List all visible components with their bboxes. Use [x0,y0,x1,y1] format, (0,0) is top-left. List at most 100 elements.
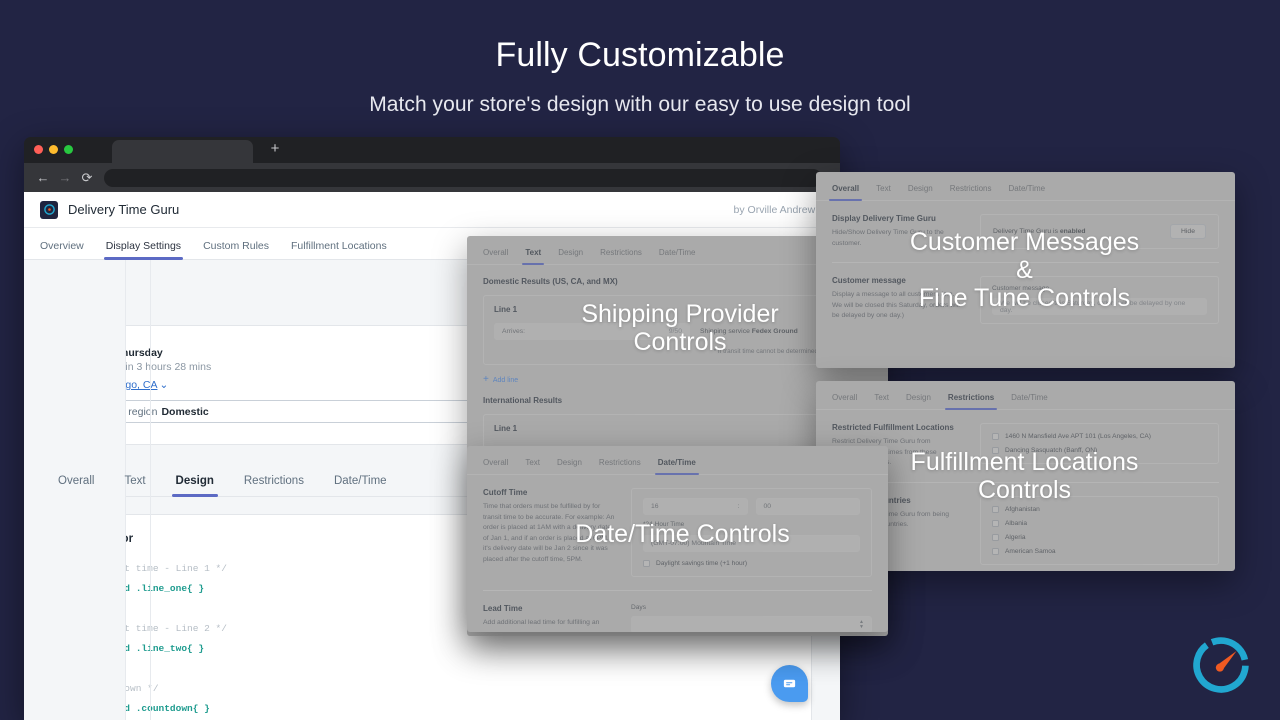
brand-logo [1184,628,1258,702]
country-label: American Samoa [1005,547,1056,555]
browser-tab-bar: + [24,137,840,163]
new-tab-button[interactable]: + [267,141,283,157]
panel-tab-text[interactable]: Text [525,458,540,474]
country-label: Albania [1005,519,1027,527]
panel-tab-overall[interactable]: Overall [483,458,508,474]
checkbox-icon[interactable] [992,547,999,555]
hero-section: Fully Customizable Match your store's de… [0,0,1280,117]
nav-tab-custom-rules[interactable]: Custom Rules [203,240,269,259]
chat-bubble-icon [783,679,796,688]
customer-message-placeholder: We will be closed this Saturday, orders … [1000,299,1186,314]
checkbox-icon[interactable] [992,447,999,454]
timezone-select[interactable]: (GMT-07:00) Mountain Time [643,535,860,552]
checkbox-icon[interactable] [992,533,999,541]
app-author: by Orville Andrew L [733,203,824,216]
panel-tab-datetime[interactable]: Date/Time [659,248,696,264]
country-checkbox-item[interactable]: Algeria [992,533,1207,541]
dst-label: Daylight savings time (+1 hour) [656,560,748,567]
panel-tab-text[interactable]: Text [522,248,545,265]
panel-tab-restrictions[interactable]: Restrictions [950,184,992,200]
days-stepper-input[interactable]: ▲ ▼ [631,616,872,632]
panel-tab-restrictions[interactable]: Restrictions [599,458,641,474]
maximize-window-button[interactable] [64,145,73,154]
cutoff-hour-input[interactable]: 16 : [643,498,748,515]
panel-tab-datetime[interactable]: Date/Time [654,458,699,475]
overall-panel-tabs: Overall Text Design Restrictions Date/Ti… [816,172,1235,201]
panel-tab-overall[interactable]: Overall [828,184,863,201]
nav-tab-overview[interactable]: Overview [40,240,84,259]
checkbox-icon[interactable] [992,519,999,527]
address-bar[interactable] [104,168,822,187]
transit-time-note: * If transit time cannot be determined, … [713,348,861,355]
minimize-window-button[interactable] [49,145,58,154]
char-counter: 9/50 [668,328,682,335]
checkbox-icon[interactable] [992,433,999,440]
preview-region-select[interactable]: Preview region Domestic [77,400,503,423]
stepper-icon[interactable]: ▲ ▼ [859,619,864,630]
plus-icon: + [483,374,489,385]
panel-tab-design[interactable]: Design [908,184,933,200]
panel-tab-design[interactable]: Design [906,393,931,409]
shipping-service-value: Fedex Ground [751,328,798,335]
subtab-overall[interactable]: Overall [58,475,94,496]
customer-message-description: Display a message to all customers (e.g.… [832,291,960,320]
hide-button[interactable]: Hide [1170,224,1206,239]
back-icon[interactable]: ← [32,167,54,189]
forward-icon[interactable]: → [54,167,76,189]
timezone-value: (GMT-07:00) Mountain Time [651,540,736,547]
panel-tab-datetime[interactable]: Date/Time [1009,184,1046,200]
location-checkbox-item[interactable]: Dancing Sasquatch (Banff, ON) [992,447,1207,454]
customer-message-row: Customer message Display a message to al… [816,263,1235,325]
display-status-prefix: Delivery Time Guru is [993,228,1058,235]
panel-tab-design[interactable]: Design [557,458,582,474]
dst-checkbox-item[interactable]: Daylight savings time (+1 hour) [643,560,860,567]
display-status-value: enabled [1059,228,1086,235]
page-headline: Fully Customizable [495,36,785,74]
reload-icon[interactable]: ⟳ [76,167,98,189]
time-separator: : [737,503,740,510]
panel-tab-design[interactable]: Design [558,248,583,264]
cutoff-hour-value: 16 [651,503,659,510]
cutoff-minute-value: 00 [763,503,772,510]
chat-bubble-button[interactable] [771,665,808,702]
panel-tab-restrictions[interactable]: Restrictions [600,248,642,264]
page-rail-divider [150,260,151,720]
app-branding: Delivery Time Guru [40,200,179,219]
panel-tab-restrictions[interactable]: Restrictions [944,393,998,410]
international-results-heading: International Results [483,396,563,405]
location-checkbox-item[interactable]: 1460 N Mansfield Ave APT 101 (Los Angele… [992,433,1207,440]
cutoff-minute-input[interactable]: 00 [755,498,860,515]
chevron-down-icon: ⌄ [159,379,169,391]
subtab-restrictions[interactable]: Restrictions [244,475,304,496]
subtab-text[interactable]: Text [124,475,145,496]
panel-tab-datetime[interactable]: Date/Time [1011,393,1048,409]
panel-tab-text[interactable]: Text [876,184,891,200]
panel-tab-overall[interactable]: Overall [832,393,857,409]
display-description: Hide/Show Delivery Time Guru to the cust… [832,229,944,247]
restrictions-panel-tabs: Overall Text Design Restrictions Date/Ti… [816,381,1235,410]
country-checkbox-item[interactable]: American Samoa [992,547,1207,555]
country-checkbox-item[interactable]: Albania [992,519,1207,527]
app-logo-icon [40,200,58,219]
datetime-settings-panel[interactable]: Overall Text Design Restrictions Date/Ti… [467,446,888,632]
location-label: Dancing Sasquatch (Banff, ON) [1005,447,1098,454]
browser-tab[interactable] [112,140,253,163]
country-checkbox-item[interactable]: Afghanistan [992,505,1207,513]
close-window-button[interactable] [34,145,43,154]
customer-message-input[interactable]: We will be closed this Saturday, orders … [992,298,1207,316]
code-comment: /* Countdown */ [73,683,159,694]
subtab-datetime[interactable]: Date/Time [334,475,387,496]
panel-tab-text[interactable]: Text [874,393,889,409]
checkbox-icon[interactable] [643,560,650,567]
lead-time-description: Add additional lead time for fulfilling … [483,619,600,626]
arrives-text-input[interactable]: Arrives: 9/50 [494,323,690,340]
nav-tab-display-settings[interactable]: Display Settings [103,240,184,260]
window-controls[interactable] [34,145,73,154]
overall-settings-panel[interactable]: Overall Text Design Restrictions Date/Ti… [816,172,1235,368]
panel-tab-overall[interactable]: Overall [483,248,508,264]
checkbox-icon[interactable] [992,505,999,513]
nav-tab-fulfillment-locations[interactable]: Fulfillment Locations [291,240,387,259]
subtab-design[interactable]: Design [171,475,219,497]
add-line-button[interactable]: + Add line [483,374,872,385]
lead-time-heading: Lead Time [483,604,523,613]
